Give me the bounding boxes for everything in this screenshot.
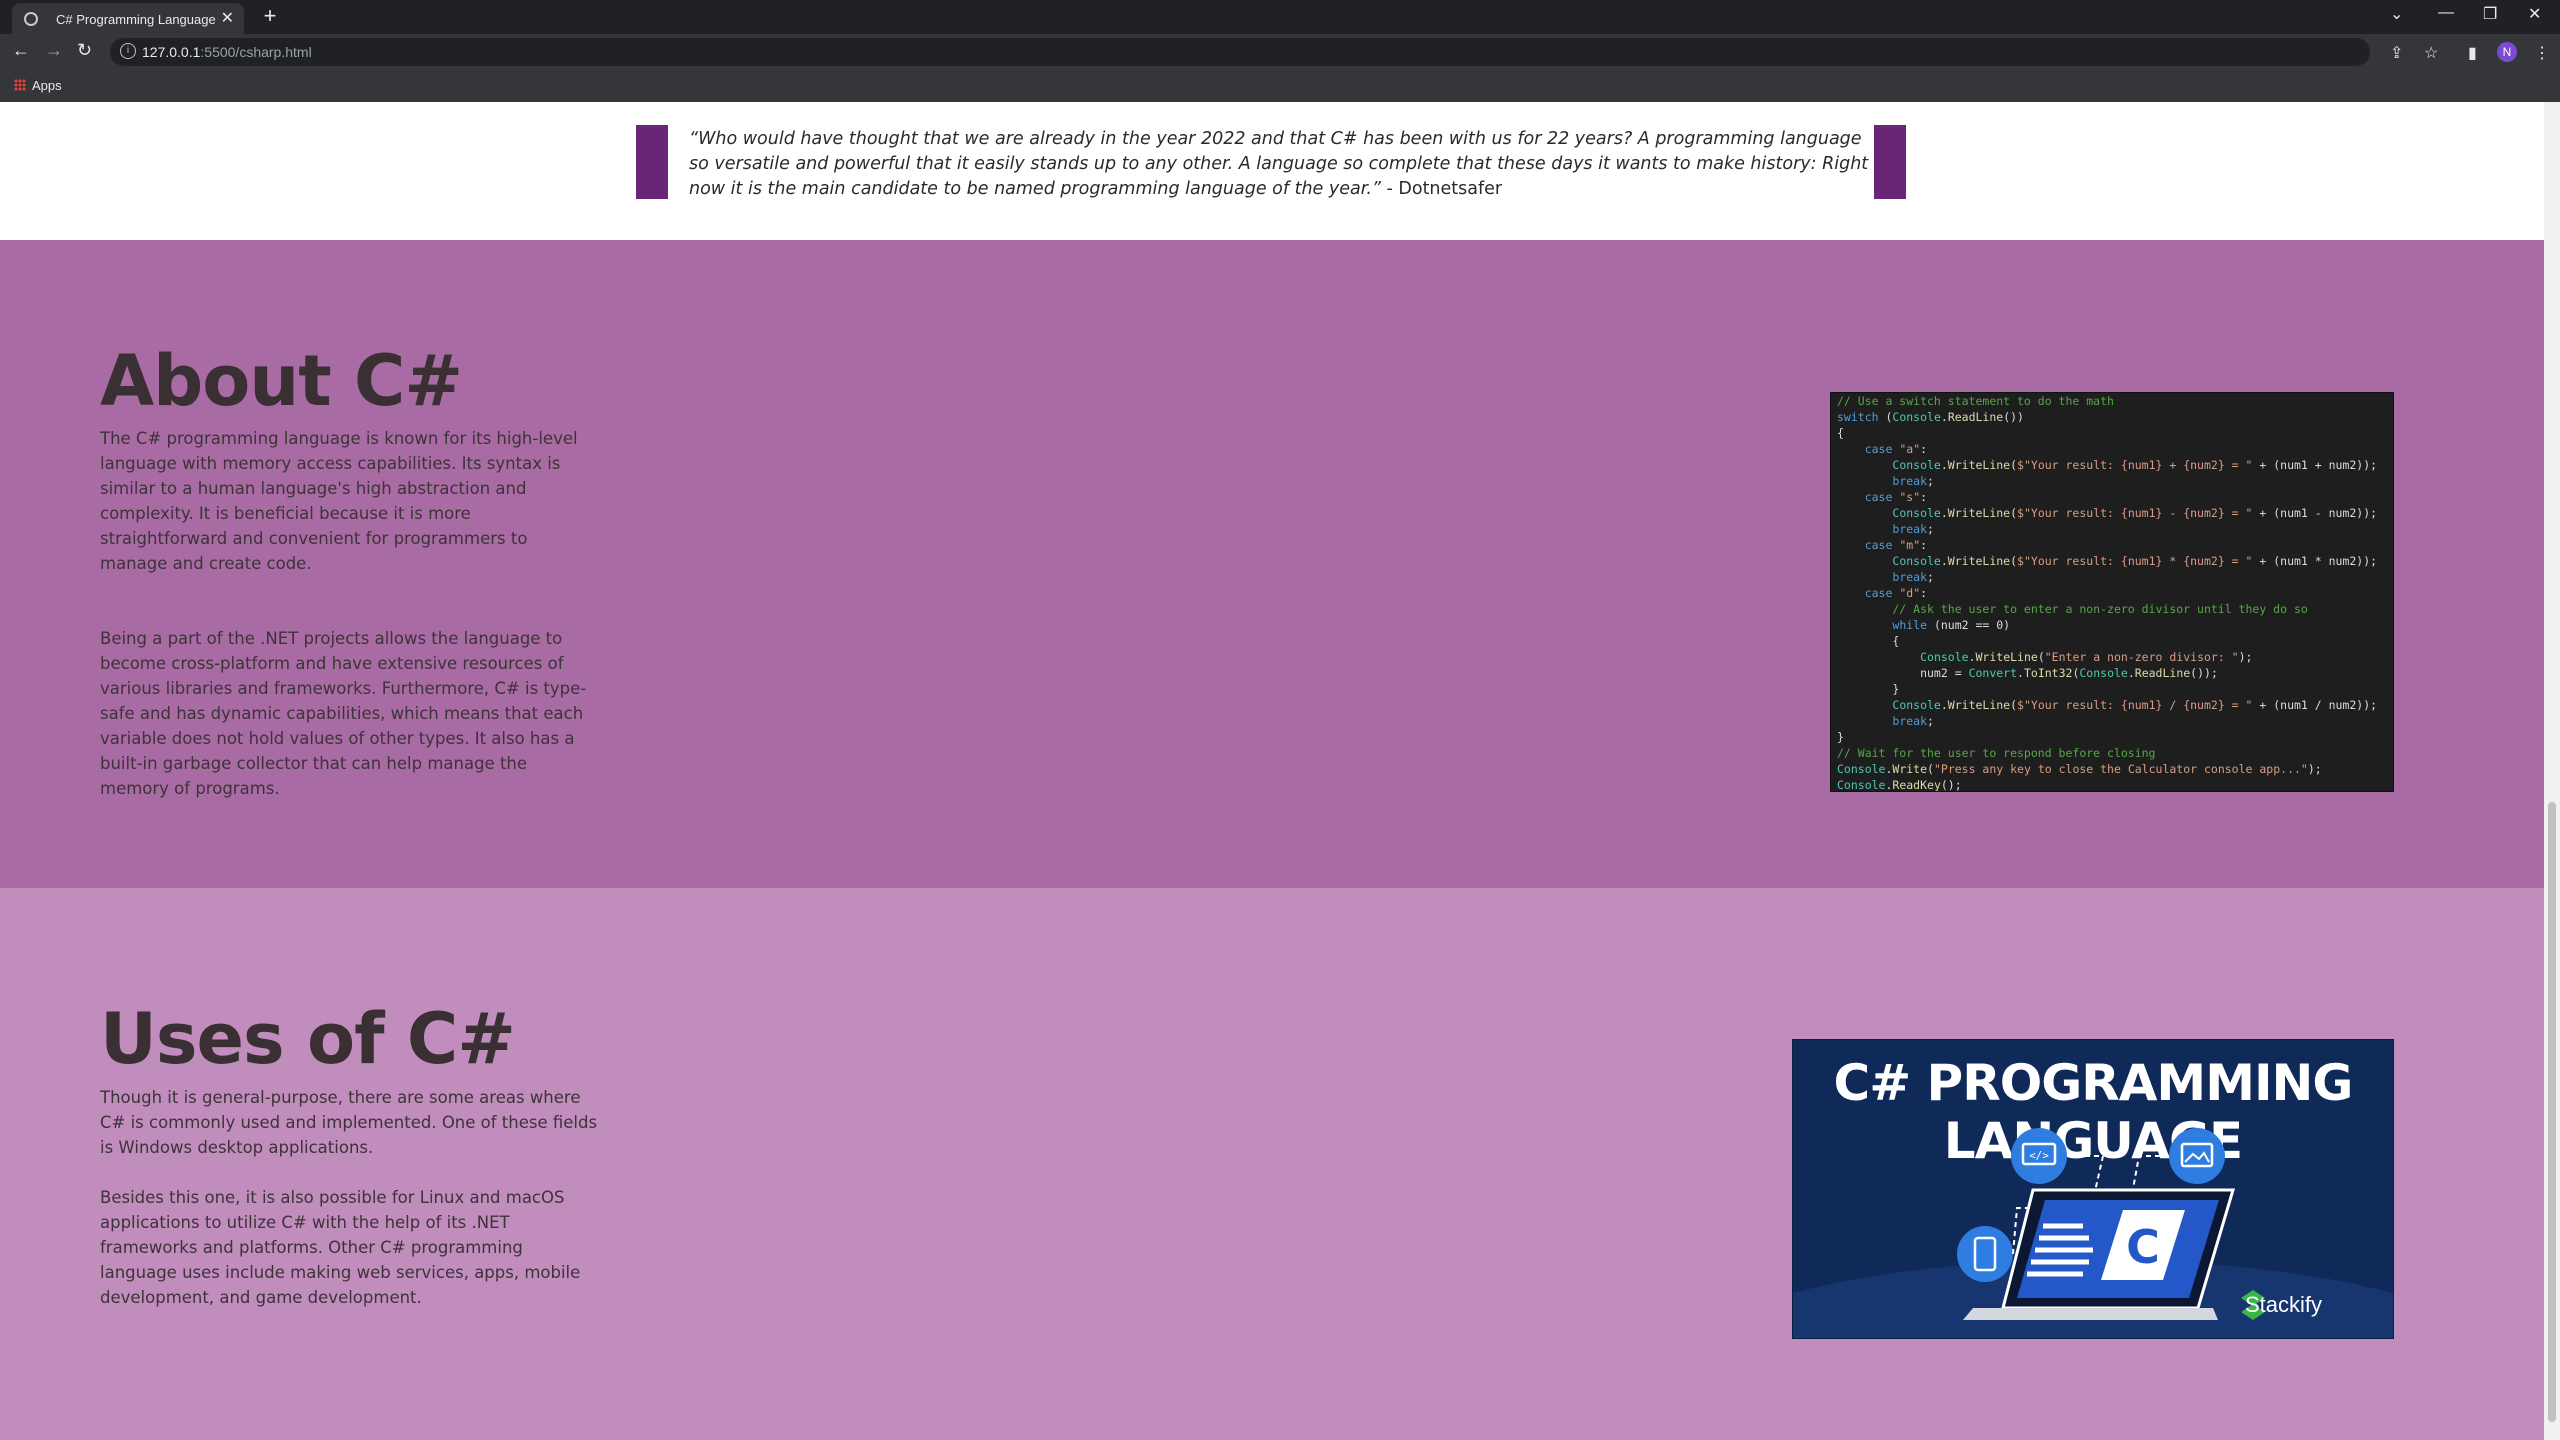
code-line: case "s": [1864, 490, 1928, 504]
code-line: // Use a switch statement to do the math [1837, 394, 2114, 408]
about-section: About C# The C# programming language is … [0, 240, 2544, 888]
code-line: { [1837, 426, 1844, 440]
code-line: Console.ReadKey(); [1837, 778, 1962, 792]
tab-strip: C# Programming Language ✕ + ⌄ — ❐ ✕ [0, 0, 2560, 34]
url-text: 127.0.0.1:5500/csharp.html [142, 44, 312, 60]
minimize-button[interactable]: — [2438, 4, 2454, 22]
bookmark-star-icon[interactable]: ☆ [2424, 43, 2438, 63]
apps-grid-icon [14, 79, 26, 91]
stackify-brand: Stackify [2245, 1292, 2323, 1317]
globe-icon [24, 12, 38, 26]
code-line: case "a": [1864, 442, 1928, 456]
svg-text:C: C [2126, 1220, 2160, 1274]
back-button[interactable]: ← [12, 40, 30, 61]
code-line: case "d": [1864, 586, 1928, 600]
about-paragraph-2: Being a part of the .NET projects allows… [100, 629, 587, 798]
new-tab-button[interactable]: + [257, 4, 283, 30]
csharp-promo-image: C# PROGRAMMING LANGUAGE </> C Stackify [1792, 1039, 2394, 1339]
restore-button[interactable]: ❐ [2483, 4, 2497, 24]
apps-bookmark[interactable]: Apps [14, 78, 62, 93]
close-window-button[interactable]: ✕ [2528, 4, 2541, 24]
tab-title: C# Programming Language [56, 12, 216, 27]
phone-bubble-icon [1957, 1226, 2013, 1282]
scrollbar-thumb[interactable] [2548, 802, 2556, 1422]
forward-button[interactable]: → [45, 40, 63, 61]
about-title: About C# [100, 340, 463, 422]
quote-section: “Who would have thought that we are alre… [0, 102, 2544, 240]
svg-text:</>: </> [2029, 1149, 2049, 1162]
about-paragraph-1: The C# programming language is known for… [100, 429, 578, 573]
code-line: Console.WriteLine($"Your result: {num1} … [1892, 554, 2378, 568]
quote-bar-left [636, 125, 668, 199]
code-line: { [1837, 634, 1900, 648]
uses-title: Uses of C# [100, 998, 516, 1080]
menu-icon[interactable]: ⋮ [2534, 43, 2550, 63]
bookmarks-bar: Apps [0, 70, 2560, 102]
code-line: break; [1892, 474, 1934, 488]
code-line: Console.WriteLine($"Your result: {num1} … [1892, 458, 2378, 472]
image-bubble-icon [2169, 1128, 2225, 1184]
browser-toolbar: ← → ↻ i 127.0.0.1:5500/csharp.html ⇪ ☆ ▮… [0, 34, 2560, 70]
tab-search-icon[interactable]: ⌄ [2390, 4, 2403, 24]
browser-tab[interactable]: C# Programming Language ✕ [12, 3, 244, 34]
code-line: num2 = Convert.ToInt32(Console.ReadLine(… [1837, 666, 2218, 680]
code-line: case "m": [1864, 538, 1928, 552]
address-bar[interactable]: i 127.0.0.1:5500/csharp.html ⇪ ☆ [110, 38, 2438, 66]
uses-paragraph-2: Besides this one, it is also possible fo… [100, 1188, 581, 1307]
uses-section: Uses of C# Though it is general-purpose,… [0, 888, 2544, 1440]
site-info-icon[interactable]: i [120, 43, 136, 59]
share-icon[interactable]: ⇪ [2390, 43, 2403, 63]
code-line: // Wait for the user to respond before c… [1837, 746, 2156, 760]
uses-paragraph-1: Though it is general-purpose, there are … [100, 1088, 598, 1157]
page-viewport: “Who would have thought that we are alre… [0, 102, 2544, 1440]
code-line: // Ask the user to enter a non-zero divi… [1837, 602, 2308, 616]
code-bubble-icon: </> [2011, 1128, 2067, 1184]
quote-bar-right [1874, 125, 1906, 199]
code-line: } [1837, 730, 1844, 744]
code-line: } [1837, 682, 1900, 696]
close-tab-icon[interactable]: ✕ [221, 8, 234, 28]
page-scrollbar[interactable] [2544, 102, 2560, 1440]
code-line: break; [1892, 714, 1934, 728]
code-line: while (num2 == 0) [1892, 618, 2011, 632]
code-line: Console.WriteLine($"Your result: {num1} … [1892, 506, 2378, 520]
side-panel-icon[interactable]: ▮ [2468, 43, 2477, 63]
profile-avatar[interactable]: N [2497, 42, 2517, 62]
reload-button[interactable]: ↻ [77, 40, 92, 61]
code-line: Console.WriteLine($"Your result: {num1} … [1892, 698, 2378, 712]
code-line: break; [1892, 570, 1934, 584]
code-screenshot: // Use a switch statement to do the math… [1830, 392, 2394, 792]
code-line: break; [1892, 522, 1934, 536]
quote-text: “Who would have thought that we are alre… [689, 129, 1869, 199]
code-line: switch (Console.ReadLine()) [1837, 410, 2024, 424]
code-line: Console.WriteLine("Enter a non-zero divi… [1920, 650, 2253, 664]
code-line: Console.Write("Press any key to close th… [1837, 762, 2322, 776]
